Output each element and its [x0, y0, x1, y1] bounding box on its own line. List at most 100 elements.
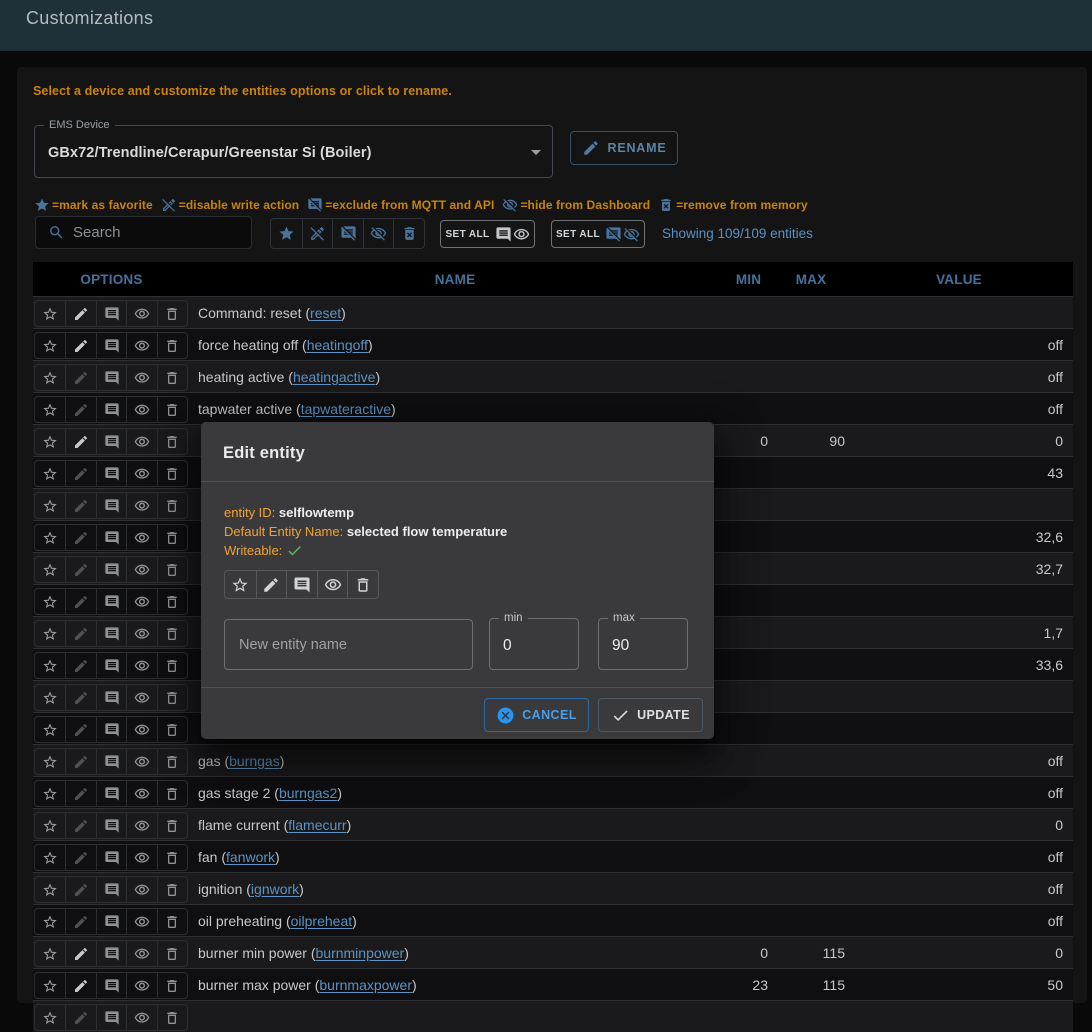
row-toggle-edit[interactable] [65, 813, 95, 838]
row-toggle-delete-outline[interactable] [157, 333, 187, 358]
row-toggle-star-border[interactable] [35, 941, 65, 966]
cancel-button[interactable]: CANCEL [484, 698, 589, 732]
row-toggle-visibility-outlined[interactable] [126, 685, 156, 710]
row-toggle-visibility-outlined[interactable] [126, 301, 156, 326]
row-toggle-delete-outline[interactable] [157, 429, 187, 454]
row-toggle-delete-outline[interactable] [157, 653, 187, 678]
row-toggle-comment[interactable] [96, 365, 126, 390]
row-toggle-comment[interactable] [96, 397, 126, 422]
dialog-toggle-comment[interactable] [286, 571, 317, 598]
table-row[interactable]: oil preheating (oilpreheat)off [33, 904, 1073, 936]
row-toggle-edit[interactable] [65, 749, 95, 774]
row-toggle-comment[interactable] [96, 845, 126, 870]
entity-shortname-link[interactable]: burnmaxpower [319, 977, 412, 993]
row-toggle-visibility-outlined[interactable] [126, 461, 156, 486]
dialog-toggle-star-border[interactable] [225, 571, 256, 598]
filter-toggle-comments-disabled[interactable] [332, 219, 363, 248]
row-toggle-edit[interactable] [65, 397, 95, 422]
row-toggle-delete-outline[interactable] [157, 461, 187, 486]
row-toggle-edit[interactable] [65, 845, 95, 870]
row-toggle-delete-outline[interactable] [157, 557, 187, 582]
row-toggle-comment[interactable] [96, 301, 126, 326]
set-all-off-button[interactable]: SET ALL [551, 220, 645, 248]
entity-shortname-link[interactable]: oilpreheat [291, 913, 353, 929]
row-toggle-visibility-outlined[interactable] [126, 1005, 156, 1030]
chevron-down-icon[interactable] [524, 140, 548, 164]
row-toggle-comment[interactable] [96, 333, 126, 358]
row-toggle-edit[interactable] [65, 301, 95, 326]
row-toggle-comment[interactable] [96, 781, 126, 806]
filter-toggle-visibility-off[interactable] [363, 219, 394, 248]
filter-toggle-delete-forever[interactable] [393, 219, 424, 248]
row-toggle-delete-outline[interactable] [157, 621, 187, 646]
row-toggle-delete-outline[interactable] [157, 941, 187, 966]
table-row[interactable] [33, 1000, 1073, 1032]
row-toggle-star-border[interactable] [35, 493, 65, 518]
row-toggle-star-border[interactable] [35, 301, 65, 326]
row-toggle-star-border[interactable] [35, 333, 65, 358]
row-toggle-edit[interactable] [65, 877, 95, 902]
row-toggle-comment[interactable] [96, 973, 126, 998]
row-toggle-edit[interactable] [65, 781, 95, 806]
table-row[interactable]: ignition (ignwork)off [33, 872, 1073, 904]
row-toggle-comment[interactable] [96, 717, 126, 742]
row-toggle-star-border[interactable] [35, 781, 65, 806]
row-toggle-visibility-outlined[interactable] [126, 845, 156, 870]
row-toggle-visibility-outlined[interactable] [126, 429, 156, 454]
row-toggle-delete-outline[interactable] [157, 397, 187, 422]
row-toggle-delete-outline[interactable] [157, 589, 187, 614]
row-toggle-star-border[interactable] [35, 813, 65, 838]
row-toggle-star-border[interactable] [35, 877, 65, 902]
row-toggle-star-border[interactable] [35, 749, 65, 774]
row-toggle-visibility-outlined[interactable] [126, 941, 156, 966]
entity-shortname-link[interactable]: flamecurr [288, 817, 346, 833]
row-toggle-star-border[interactable] [35, 685, 65, 710]
row-toggle-visibility-outlined[interactable] [126, 525, 156, 550]
row-toggle-comment[interactable] [96, 749, 126, 774]
row-toggle-edit[interactable] [65, 333, 95, 358]
row-toggle-edit[interactable] [65, 557, 95, 582]
row-toggle-edit[interactable] [65, 973, 95, 998]
row-toggle-edit[interactable] [65, 909, 95, 934]
table-row[interactable]: heating active (heatingactive)off [33, 360, 1073, 392]
table-row[interactable]: Command: reset (reset) [33, 296, 1073, 328]
row-toggle-delete-outline[interactable] [157, 717, 187, 742]
row-toggle-visibility-outlined[interactable] [126, 493, 156, 518]
table-row[interactable]: flame current (flamecurr)0 [33, 808, 1073, 840]
table-row[interactable]: burner min power (burnminpower)01150 [33, 936, 1073, 968]
rename-button[interactable]: RENAME [570, 131, 678, 165]
row-toggle-comment[interactable] [96, 461, 126, 486]
entity-shortname-link[interactable]: reset [310, 305, 341, 321]
row-toggle-star-border[interactable] [35, 365, 65, 390]
row-toggle-edit[interactable] [65, 525, 95, 550]
row-toggle-edit[interactable] [65, 653, 95, 678]
row-toggle-star-border[interactable] [35, 845, 65, 870]
row-toggle-comment[interactable] [96, 557, 126, 582]
row-toggle-star-border[interactable] [35, 525, 65, 550]
row-toggle-comment[interactable] [96, 909, 126, 934]
row-toggle-star-border[interactable] [35, 589, 65, 614]
table-row[interactable]: tapwater active (tapwateractive)off [33, 392, 1073, 424]
row-toggle-comment[interactable] [96, 653, 126, 678]
row-toggle-delete-outline[interactable] [157, 365, 187, 390]
table-row[interactable]: fan (fanwork)off [33, 840, 1073, 872]
row-toggle-delete-outline[interactable] [157, 813, 187, 838]
row-toggle-delete-outline[interactable] [157, 877, 187, 902]
entity-shortname-link[interactable]: burngas2 [279, 785, 337, 801]
row-toggle-comment[interactable] [96, 1005, 126, 1030]
row-toggle-visibility-outlined[interactable] [126, 877, 156, 902]
table-row[interactable]: gas stage 2 (burngas2)off [33, 776, 1073, 808]
row-toggle-visibility-outlined[interactable] [126, 781, 156, 806]
row-toggle-comment[interactable] [96, 813, 126, 838]
row-toggle-star-border[interactable] [35, 429, 65, 454]
row-toggle-edit[interactable] [65, 429, 95, 454]
row-toggle-comment[interactable] [96, 493, 126, 518]
filter-toggle-star[interactable] [271, 219, 302, 248]
row-toggle-visibility-outlined[interactable] [126, 749, 156, 774]
row-toggle-star-border[interactable] [35, 557, 65, 582]
row-toggle-star-border[interactable] [35, 653, 65, 678]
row-toggle-delete-outline[interactable] [157, 493, 187, 518]
row-toggle-visibility-outlined[interactable] [126, 333, 156, 358]
row-toggle-star-border[interactable] [35, 461, 65, 486]
row-toggle-delete-outline[interactable] [157, 301, 187, 326]
